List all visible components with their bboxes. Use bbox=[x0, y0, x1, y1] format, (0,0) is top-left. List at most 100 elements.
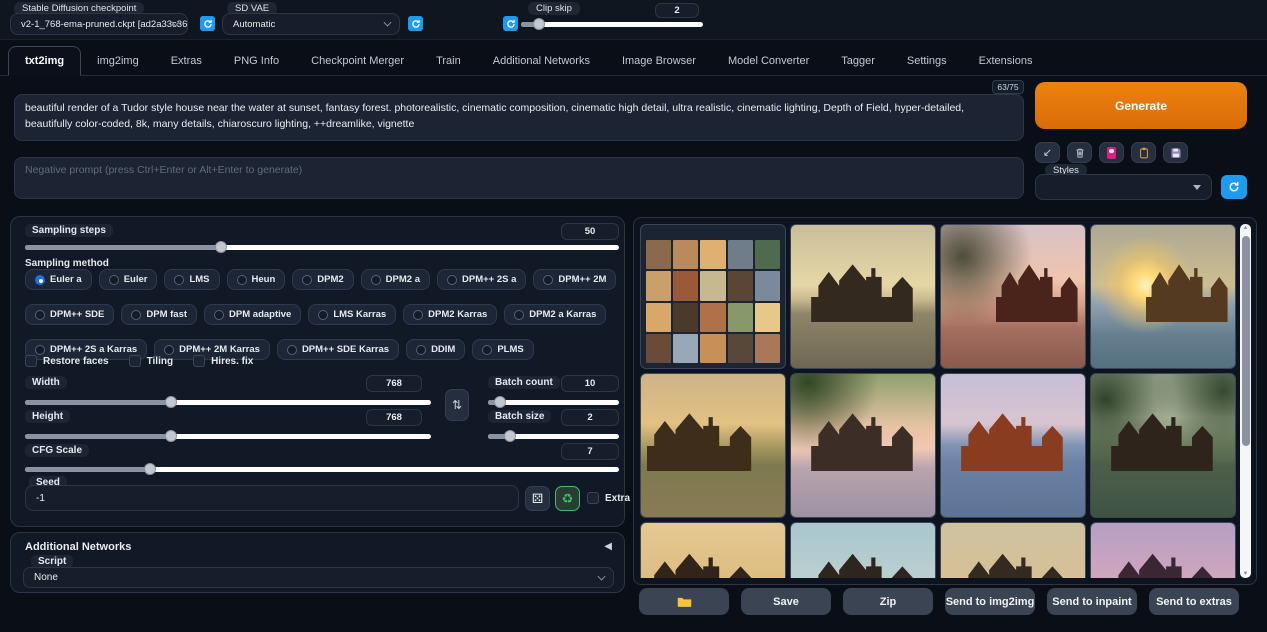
sampler-option-dpm2[interactable]: DPM2 bbox=[292, 269, 353, 290]
chevron-down-icon bbox=[384, 19, 392, 27]
gallery-image[interactable] bbox=[790, 373, 936, 518]
height-slider[interactable] bbox=[25, 430, 431, 442]
tab-additional-networks[interactable]: Additional Networks bbox=[477, 47, 606, 75]
sampler-option-dpmpp-2s-a[interactable]: DPM++ 2S a bbox=[437, 269, 526, 290]
vae-dropdown[interactable]: Automatic bbox=[222, 13, 400, 35]
save-style-button[interactable] bbox=[1163, 142, 1188, 163]
gallery-image[interactable] bbox=[1090, 522, 1236, 578]
additional-networks-title[interactable]: Additional Networks bbox=[25, 541, 131, 553]
tab-image-browser[interactable]: Image Browser bbox=[606, 47, 712, 75]
gallery-image[interactable] bbox=[640, 373, 786, 518]
sampler-option-dpm2-karras[interactable]: DPM2 Karras bbox=[403, 304, 497, 325]
slider-handle[interactable] bbox=[165, 396, 177, 408]
tab-train[interactable]: Train bbox=[420, 47, 477, 75]
swap-width-height-button[interactable]: ⇅ bbox=[445, 389, 469, 421]
refresh-clip-skip-button[interactable] bbox=[503, 16, 518, 31]
accordion-collapse-icon[interactable]: ◀ bbox=[604, 541, 612, 552]
tiling-checkbox[interactable]: Tiling bbox=[129, 355, 173, 367]
gallery-image[interactable] bbox=[940, 373, 1086, 518]
tab-model-converter[interactable]: Model Converter bbox=[712, 47, 825, 75]
sampler-option-heun[interactable]: Heun bbox=[227, 269, 286, 290]
refresh-checkpoint-button[interactable] bbox=[200, 16, 215, 31]
tab-settings[interactable]: Settings bbox=[891, 47, 963, 75]
send-to-img2img-button[interactable]: Send to img2img bbox=[945, 588, 1035, 615]
slider-handle[interactable] bbox=[165, 430, 177, 442]
width-slider[interactable] bbox=[25, 396, 431, 408]
cfg-scale-input[interactable]: 7 bbox=[561, 443, 619, 460]
gallery-image[interactable] bbox=[1090, 224, 1236, 369]
hires-fix-checkbox[interactable]: Hires. fix bbox=[193, 355, 253, 367]
read-generation-params-button[interactable]: ↙ bbox=[1035, 142, 1060, 163]
sampler-option-dpm2-a-karras[interactable]: DPM2 a Karras bbox=[504, 304, 606, 325]
cfg-scale-slider[interactable] bbox=[25, 463, 619, 475]
save-button[interactable]: Save bbox=[741, 588, 831, 615]
clip-skip-slider[interactable] bbox=[521, 18, 703, 30]
clip-skip-value-input[interactable]: 2 bbox=[655, 3, 699, 18]
clear-prompt-button[interactable] bbox=[1067, 142, 1092, 163]
negative-prompt-input[interactable] bbox=[14, 157, 1024, 199]
seed-input[interactable]: -1 bbox=[25, 485, 519, 511]
gallery-image-batch-grid[interactable] bbox=[640, 224, 786, 369]
slider-handle[interactable] bbox=[504, 430, 516, 442]
batch-size-slider[interactable] bbox=[488, 430, 619, 442]
gallery-scrollbar[interactable]: ▲ ▼ bbox=[1240, 224, 1251, 578]
sampler-option-dpmpp-sde-karras[interactable]: DPM++ SDE Karras bbox=[277, 339, 399, 360]
tab-extensions[interactable]: Extensions bbox=[963, 47, 1049, 75]
tab-txt2img[interactable]: txt2img bbox=[8, 46, 81, 76]
zip-button[interactable]: Zip bbox=[843, 588, 933, 615]
extra-networks-button[interactable] bbox=[1099, 142, 1124, 163]
sampler-option-plms[interactable]: PLMS bbox=[472, 339, 533, 360]
gallery-image[interactable] bbox=[790, 522, 936, 578]
tab-tagger[interactable]: Tagger bbox=[825, 47, 891, 75]
random-seed-button[interactable]: ⚄ bbox=[525, 486, 550, 511]
gallery-image[interactable] bbox=[640, 522, 786, 578]
sampler-option-dpm-adaptive[interactable]: DPM adaptive bbox=[204, 304, 301, 325]
tab-img2img[interactable]: img2img bbox=[81, 47, 155, 75]
extra-seed-checkbox[interactable]: Extra bbox=[587, 492, 630, 504]
slider-handle[interactable] bbox=[494, 396, 506, 408]
sampler-option-dpm-fast[interactable]: DPM fast bbox=[121, 304, 197, 325]
sampler-option-euler-a[interactable]: Euler a bbox=[25, 269, 92, 290]
slider-handle[interactable] bbox=[533, 18, 545, 30]
prompt-input[interactable]: beautiful render of a Tudor style house … bbox=[14, 94, 1024, 141]
reuse-seed-button[interactable]: ♻ bbox=[555, 486, 580, 511]
sampler-option-ddim[interactable]: DDIM bbox=[406, 339, 465, 360]
sampler-option-dpmpp-sde[interactable]: DPM++ SDE bbox=[25, 304, 114, 325]
gallery-image[interactable] bbox=[940, 522, 1086, 578]
sampler-option-dpmpp-2m[interactable]: DPM++ 2M bbox=[533, 269, 616, 290]
styles-dropdown[interactable] bbox=[1035, 174, 1212, 200]
sampler-option-lms-karras[interactable]: LMS Karras bbox=[308, 304, 396, 325]
gallery-image[interactable] bbox=[940, 224, 1086, 369]
batch-size-input[interactable]: 2 bbox=[561, 409, 619, 426]
main-tab-bar: txt2img img2img Extras PNG Info Checkpoi… bbox=[0, 46, 1267, 76]
generate-button[interactable]: Generate bbox=[1035, 82, 1247, 129]
slider-handle[interactable] bbox=[144, 463, 156, 475]
scrollbar-thumb[interactable] bbox=[1242, 236, 1250, 446]
slider-handle[interactable] bbox=[215, 241, 227, 253]
sampling-steps-input[interactable]: 50 bbox=[561, 223, 619, 240]
restore-faces-checkbox[interactable]: Restore faces bbox=[25, 355, 109, 367]
apply-styles-button[interactable] bbox=[1131, 142, 1156, 163]
tab-checkpoint-merger[interactable]: Checkpoint Merger bbox=[295, 47, 420, 75]
refresh-styles-button[interactable] bbox=[1221, 175, 1247, 199]
tab-png-info[interactable]: PNG Info bbox=[218, 47, 295, 75]
open-output-folder-button[interactable] bbox=[639, 588, 729, 615]
tab-extras[interactable]: Extras bbox=[155, 47, 218, 75]
sampler-option-lms[interactable]: LMS bbox=[164, 269, 219, 290]
sampler-option-dpm2-a[interactable]: DPM2 a bbox=[361, 269, 430, 290]
script-dropdown[interactable]: None bbox=[23, 567, 614, 588]
send-to-inpaint-button[interactable]: Send to inpaint bbox=[1047, 588, 1137, 615]
gallery-image[interactable] bbox=[1090, 373, 1236, 518]
gallery-image[interactable] bbox=[790, 224, 936, 369]
batch-count-slider[interactable] bbox=[488, 396, 619, 408]
refresh-vae-button[interactable] bbox=[408, 16, 423, 31]
scroll-up-icon[interactable]: ▲ bbox=[1240, 225, 1251, 231]
sampler-option-euler[interactable]: Euler bbox=[99, 269, 158, 290]
width-input[interactable]: 768 bbox=[366, 375, 422, 392]
checkpoint-dropdown[interactable]: v2-1_768-ema-pruned.ckpt [ad2a33c361] bbox=[10, 13, 188, 35]
scroll-down-icon[interactable]: ▼ bbox=[1240, 571, 1251, 577]
sampling-steps-slider[interactable] bbox=[25, 241, 619, 253]
height-input[interactable]: 768 bbox=[366, 409, 422, 426]
batch-count-input[interactable]: 10 bbox=[561, 375, 619, 392]
send-to-extras-button[interactable]: Send to extras bbox=[1149, 588, 1239, 615]
